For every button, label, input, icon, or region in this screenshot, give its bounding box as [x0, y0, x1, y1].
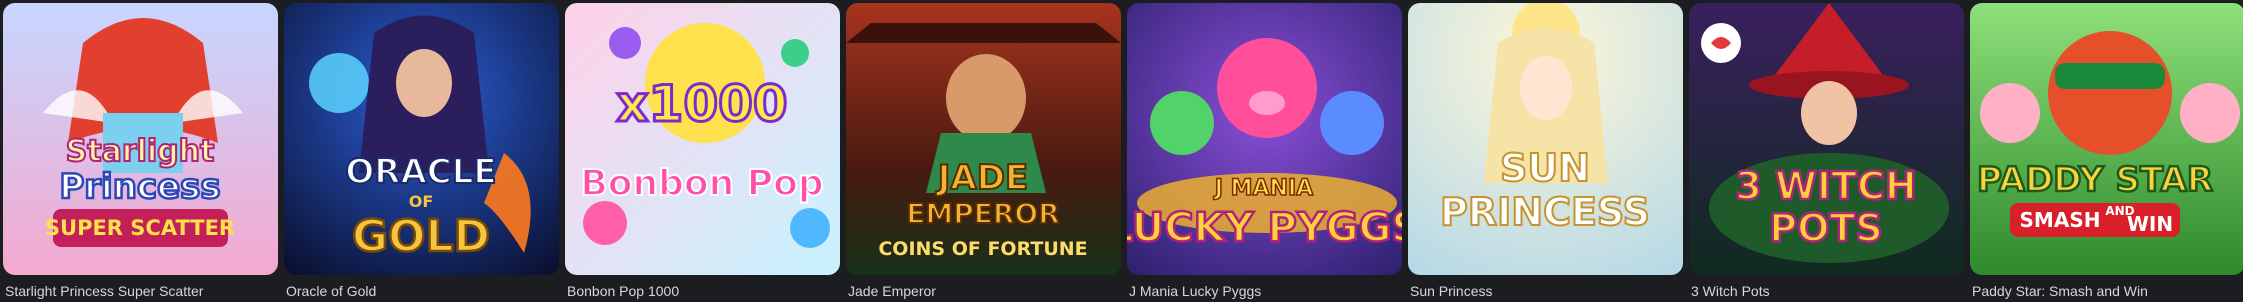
game-logo-line: PRINCESS: [1440, 190, 1650, 234]
witch-art-icon: 3 WITCH POTS: [1689, 3, 1964, 275]
candy-art-icon: x1000 Bonbon Pop: [565, 3, 840, 275]
game-logo-line: SMASH: [2020, 208, 2101, 232]
princess-art-icon: Starlight Princess SUPER SCATTER: [3, 3, 278, 275]
pigs-art-icon: J MANIA LUCKY PYGGS: [1127, 3, 1402, 275]
game-logo-line: WIN: [2127, 212, 2173, 236]
game-card[interactable]: x1000 Bonbon Pop Bonbon Pop 1000: [565, 3, 840, 302]
game-thumbnail[interactable]: 3 WITCH POTS: [1689, 3, 1964, 275]
game-thumbnail[interactable]: x1000 Bonbon Pop: [565, 3, 840, 275]
emperor-art-icon: JADE EMPEROR COINS OF FORTUNE: [846, 3, 1121, 275]
game-card[interactable]: Starlight Princess SUPER SCATTER Starlig…: [3, 3, 278, 302]
game-title[interactable]: Bonbon Pop 1000: [567, 283, 840, 299]
game-card[interactable]: 3 WITCH POTS 3 Witch Pots: [1689, 3, 1964, 302]
game-title[interactable]: Oracle of Gold: [286, 283, 559, 299]
game-logo-line: POTS: [1769, 206, 1882, 250]
game-logo-line: JADE: [936, 158, 1028, 198]
game-logo-line: COINS OF FORTUNE: [878, 238, 1087, 260]
game-card[interactable]: JADE EMPEROR COINS OF FORTUNE Jade Emper…: [846, 3, 1121, 302]
game-thumbnail[interactable]: SUN PRINCESS: [1408, 3, 1683, 275]
game-logo-line: 3 WITCH: [1735, 164, 1916, 208]
game-title[interactable]: Sun Princess: [1410, 283, 1683, 299]
game-thumbnail[interactable]: Starlight Princess SUPER SCATTER: [3, 3, 278, 275]
game-carousel: Starlight Princess SUPER SCATTER Starlig…: [0, 0, 2243, 302]
game-title[interactable]: 3 Witch Pots: [1691, 283, 1964, 299]
game-logo-line: PADDY STAR: [1977, 160, 2213, 200]
game-logo-line: ORACLE: [345, 152, 496, 192]
game-logo-line: SUPER SCATTER: [45, 216, 235, 240]
game-thumbnail[interactable]: JADE EMPEROR COINS OF FORTUNE: [846, 3, 1121, 275]
game-logo-line: LUCKY PYGGS: [1127, 205, 1402, 251]
game-logo-line: J MANIA: [1213, 176, 1313, 201]
game-title[interactable]: Jade Emperor: [848, 283, 1121, 299]
game-card[interactable]: J MANIA LUCKY PYGGS J Mania Lucky Pyggs: [1127, 3, 1402, 302]
game-thumbnail[interactable]: J MANIA LUCKY PYGGS: [1127, 3, 1402, 275]
game-logo-line: Starlight: [66, 134, 215, 169]
game-card[interactable]: PADDY STAR SMASH AND WIN Paddy Star: Sma…: [1970, 3, 2243, 302]
game-logo-line: SUN: [1500, 146, 1590, 190]
oracle-art-icon: ORACLE OF GOLD: [284, 3, 559, 275]
game-card[interactable]: ORACLE OF GOLD Oracle of Gold: [284, 3, 559, 302]
game-logo-line: x1000: [616, 75, 787, 133]
game-title[interactable]: J Mania Lucky Pyggs: [1129, 283, 1402, 299]
game-card[interactable]: SUN PRINCESS Sun Princess: [1408, 3, 1683, 302]
game-logo-line: GOLD: [352, 211, 490, 262]
game-thumbnail[interactable]: PADDY STAR SMASH AND WIN: [1970, 3, 2243, 275]
game-thumbnail[interactable]: ORACLE OF GOLD: [284, 3, 559, 275]
game-logo-line: Bonbon Pop: [580, 163, 823, 204]
game-logo-line: OF: [409, 192, 434, 211]
game-title[interactable]: Starlight Princess Super Scatter: [5, 283, 278, 299]
paddy-art-icon: PADDY STAR SMASH AND WIN: [1970, 3, 2243, 275]
game-logo-line: EMPEROR: [906, 197, 1060, 230]
game-logo-line: Princess: [59, 167, 220, 207]
sun-princess-art-icon: SUN PRINCESS: [1408, 3, 1683, 275]
game-title[interactable]: Paddy Star: Smash and Win: [1972, 283, 2243, 299]
